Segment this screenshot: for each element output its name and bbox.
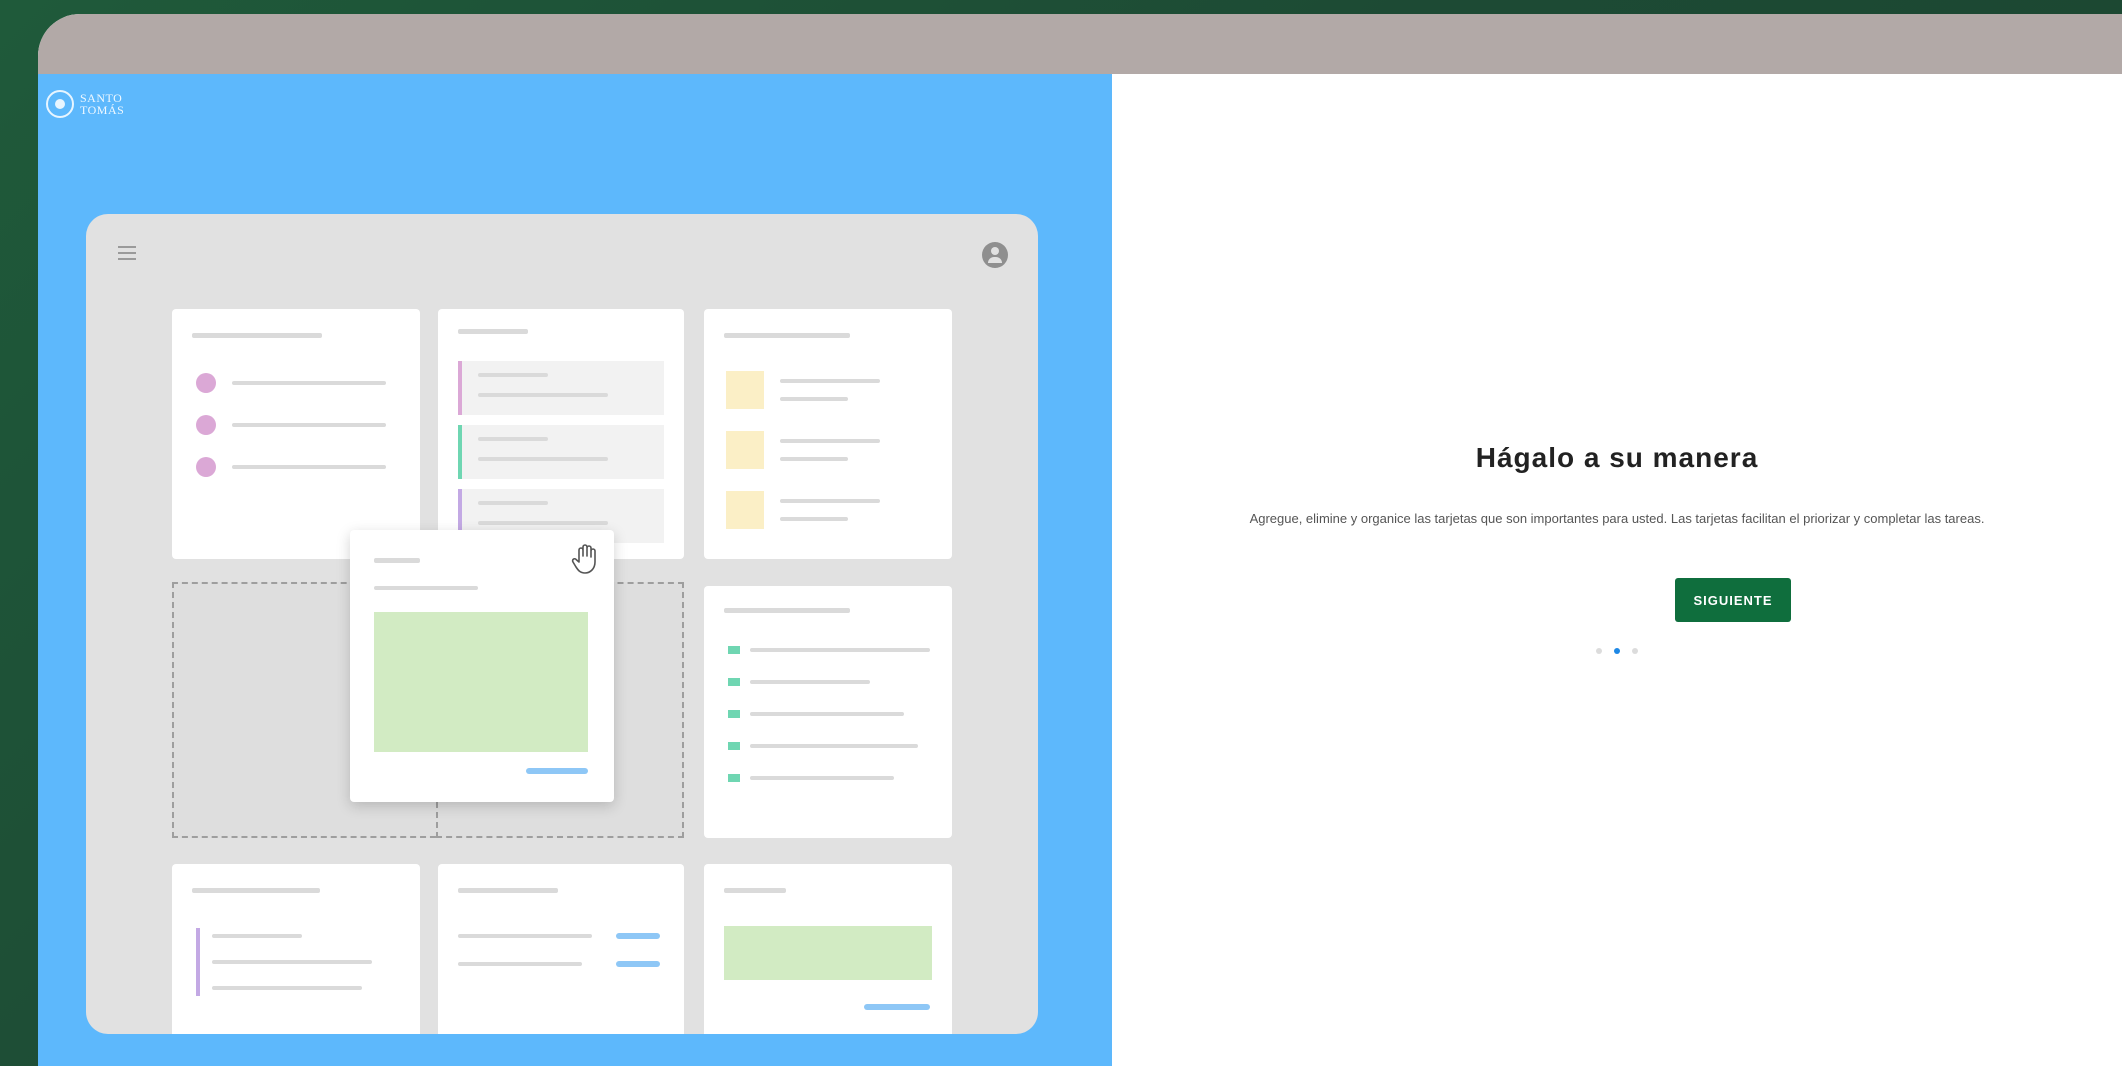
hamburger-menu-icon (118, 246, 136, 260)
illustration-card (704, 864, 952, 1034)
app-window: SANTO TOMÁS Hágalo a su manera Agregue, … (38, 14, 2122, 1066)
logo-text: SANTO TOMÁS (80, 91, 125, 117)
next-button[interactable]: SIGUIENTE (1675, 578, 1791, 622)
onboarding-title: Hágalo a su manera (1475, 442, 1759, 473)
dashboard-illustration (86, 214, 1038, 1034)
santo-tomas-logo: SANTO TOMÁS (46, 90, 124, 118)
dragged-card-illustration (350, 530, 614, 802)
page-dot-3[interactable] (1632, 648, 1638, 654)
page-dot-1[interactable] (1596, 648, 1602, 654)
illustration-card (438, 309, 684, 559)
grab-hand-icon (571, 544, 596, 574)
window-top-bar (38, 14, 2122, 74)
onboarding-description: Agregue, elimine y organice las tarjetas… (1249, 511, 1985, 526)
pagination-dots (1112, 648, 2122, 654)
illustration-panel: SANTO TOMÁS (38, 74, 1112, 1066)
user-avatar-icon (982, 242, 1008, 268)
logo-emblem-icon (46, 90, 74, 118)
illustration-card (172, 864, 420, 1034)
illustration-card (438, 864, 684, 1034)
illustration-card (704, 586, 952, 838)
onboarding-content-panel: Hágalo a su manera Agregue, elimine y or… (1112, 74, 2122, 1066)
illustration-card (704, 309, 952, 559)
page-dot-2-active[interactable] (1614, 648, 1620, 654)
illustration-card (172, 309, 420, 559)
